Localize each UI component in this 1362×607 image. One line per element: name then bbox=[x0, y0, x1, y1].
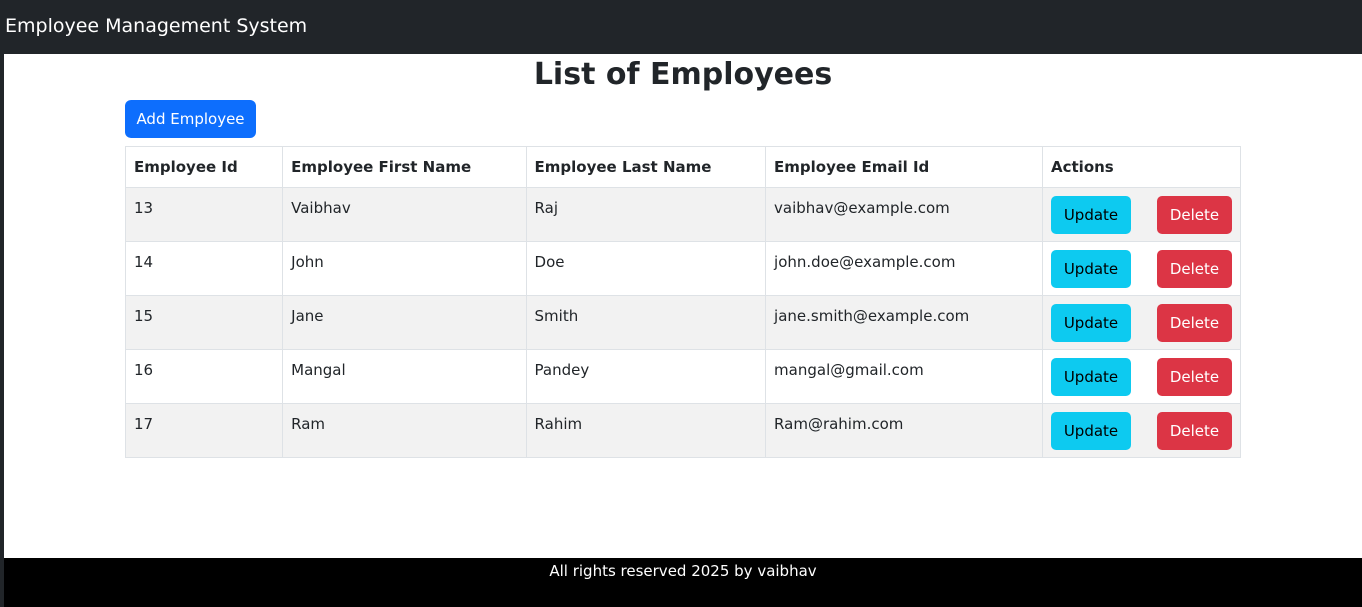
update-button[interactable]: Update bbox=[1051, 304, 1131, 342]
cell-employee-id: 14 bbox=[124, 241, 284, 296]
top-navbar: Employee Management System bbox=[0, 0, 1362, 54]
table-row: 14 John Doe john.doe@example.com Update D… bbox=[124, 241, 1241, 296]
cell-first-name: Mangal bbox=[282, 349, 527, 404]
cell-last-name: Pandey bbox=[525, 349, 767, 404]
header-last-name: Employee Last Name bbox=[525, 146, 767, 188]
update-button[interactable]: Update bbox=[1051, 412, 1131, 450]
employee-table: Employee Id Employee First Name Employee… bbox=[124, 146, 1241, 458]
cell-actions: Update Delete bbox=[1042, 187, 1241, 242]
cell-first-name: Jane bbox=[282, 295, 527, 350]
table-header: Employee Id Employee First Name Employee… bbox=[124, 146, 1241, 188]
cell-employee-id: 16 bbox=[124, 349, 284, 404]
main-content: List of Employees Add Employee Employee … bbox=[4, 54, 1362, 558]
update-button[interactable]: Update bbox=[1051, 358, 1131, 396]
cell-employee-id: 13 bbox=[124, 187, 284, 242]
cell-email: john.doe@example.com bbox=[765, 241, 1043, 296]
cell-first-name: Vaibhav bbox=[282, 187, 527, 242]
header-email: Employee Email Id bbox=[765, 146, 1043, 188]
cell-email: jane.smith@example.com bbox=[765, 295, 1043, 350]
delete-button[interactable]: Delete bbox=[1157, 358, 1232, 396]
footer-text: All rights reserved 2025 by vaibhav bbox=[549, 562, 817, 580]
app-window: Employee Management System List of Emplo… bbox=[0, 0, 1362, 607]
cell-email: mangal@gmail.com bbox=[765, 349, 1043, 404]
delete-button[interactable]: Delete bbox=[1157, 250, 1232, 288]
header-employee-id: Employee Id bbox=[124, 146, 284, 188]
cell-email: vaibhav@example.com bbox=[765, 187, 1043, 242]
cell-last-name: Smith bbox=[525, 295, 767, 350]
delete-button[interactable]: Delete bbox=[1157, 196, 1232, 234]
cell-employee-id: 17 bbox=[124, 403, 284, 458]
delete-button[interactable]: Delete bbox=[1157, 304, 1232, 342]
cell-last-name: Rahim bbox=[525, 403, 767, 458]
table-row: 16 Mangal Pandey mangal@gmail.com Update… bbox=[124, 349, 1241, 404]
delete-button[interactable]: Delete bbox=[1157, 412, 1232, 450]
cell-actions: Update Delete bbox=[1042, 349, 1241, 404]
update-button[interactable]: Update bbox=[1051, 250, 1131, 288]
table-row: 13 Vaibhav Raj vaibhav@example.com Updat… bbox=[124, 187, 1241, 242]
table-row: 17 Ram Rahim Ram@rahim.com Update Delete bbox=[124, 403, 1241, 458]
cell-actions: Update Delete bbox=[1042, 241, 1241, 296]
footer: All rights reserved 2025 by vaibhav bbox=[4, 558, 1362, 607]
cell-first-name: Ram bbox=[282, 403, 527, 458]
cell-actions: Update Delete bbox=[1042, 295, 1241, 350]
table-row: 15 Jane Smith jane.smith@example.com Upd… bbox=[124, 295, 1241, 350]
cell-first-name: John bbox=[282, 241, 527, 296]
cell-last-name: Doe bbox=[525, 241, 767, 296]
header-actions: Actions bbox=[1042, 146, 1241, 188]
cell-employee-id: 15 bbox=[124, 295, 284, 350]
page-title: List of Employees bbox=[533, 57, 833, 92]
navbar-brand[interactable]: Employee Management System bbox=[5, 14, 307, 38]
table-header-row: Employee Id Employee First Name Employee… bbox=[124, 146, 1241, 188]
add-employee-button[interactable]: Add Employee bbox=[125, 100, 256, 138]
update-button[interactable]: Update bbox=[1051, 196, 1131, 234]
header-first-name: Employee First Name bbox=[282, 146, 527, 188]
cell-last-name: Raj bbox=[525, 187, 767, 242]
table-body: 13 Vaibhav Raj vaibhav@example.com Updat… bbox=[124, 187, 1241, 458]
cell-actions: Update Delete bbox=[1042, 403, 1241, 458]
cell-email: Ram@rahim.com bbox=[765, 403, 1043, 458]
